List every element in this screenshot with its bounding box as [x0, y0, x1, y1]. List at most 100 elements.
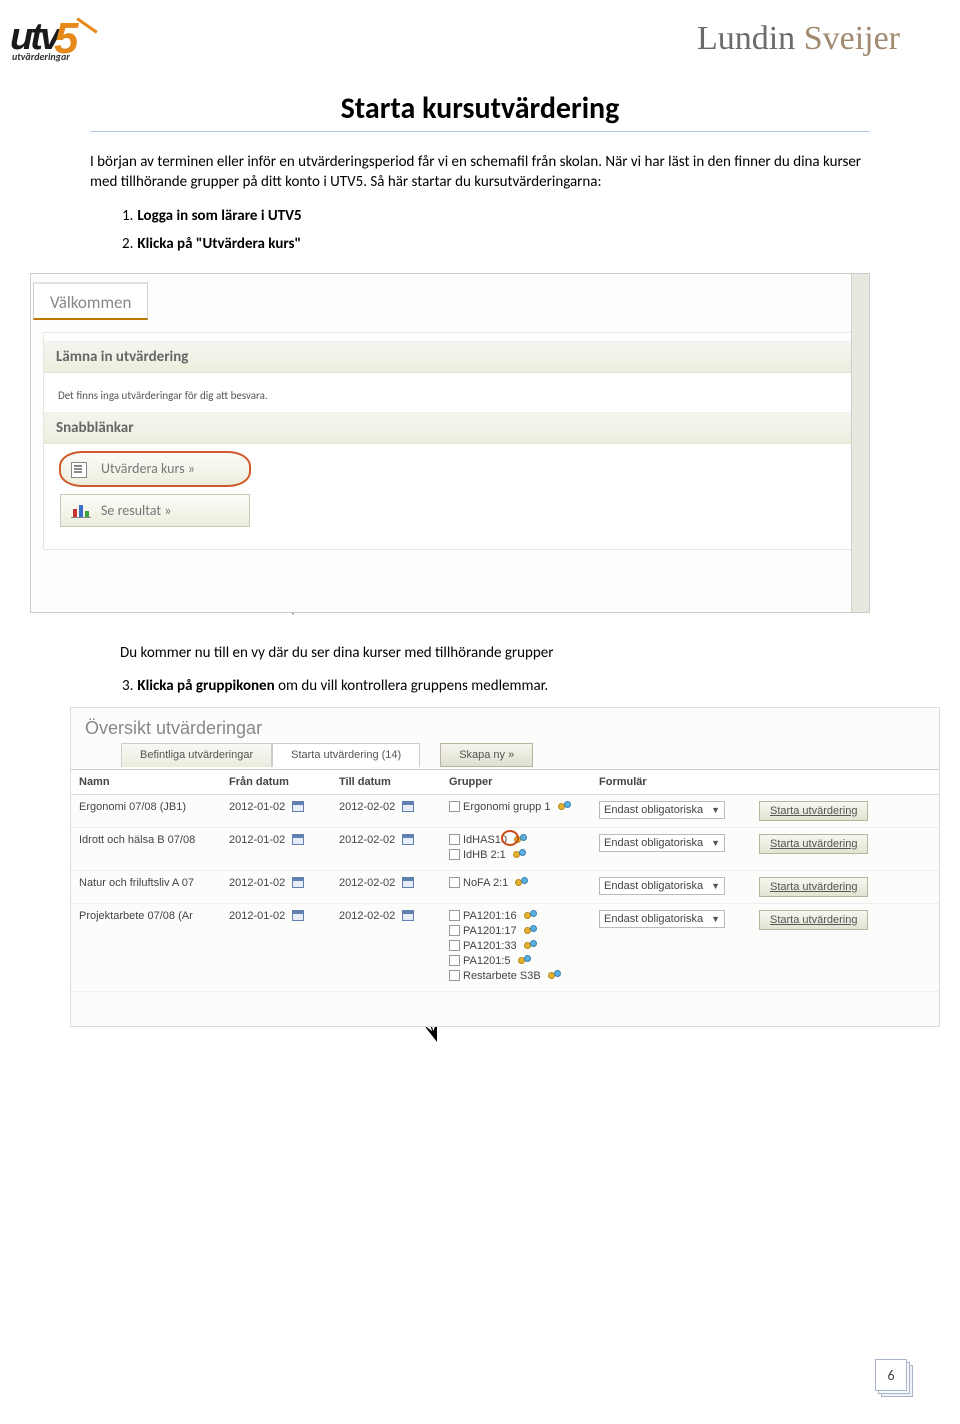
group-icon[interactable]	[514, 834, 527, 845]
cell-action: Starta utvärdering	[751, 903, 939, 991]
step-3: 3.Klicka på gruppikonen om du vill kontr…	[122, 677, 870, 695]
cell-name: Natur och friluftsliv A 07	[71, 870, 221, 903]
col-form: Formulär	[591, 769, 751, 794]
col-groups: Grupper	[441, 769, 591, 794]
page-header: utv5 utvärderingar Lundin Sveijer	[0, 0, 960, 70]
cell-name: Projektarbete 07/08 (Ar	[71, 903, 221, 991]
tab-welcome[interactable]: Välkommen	[33, 282, 148, 320]
logo-right-part2: Sveijer	[804, 20, 900, 57]
cell-action: Starta utvärdering	[751, 794, 939, 827]
checkbox[interactable]	[449, 910, 460, 921]
welcome-panel: Lämna in utvärdering Det finns inga utvä…	[43, 332, 861, 550]
start-evaluation-button[interactable]: Starta utvärdering	[759, 834, 868, 854]
cell-to: 2012-02-02	[331, 870, 441, 903]
group-icon[interactable]	[524, 940, 537, 951]
table-row: Natur och friluftsliv A 072012-01-02 201…	[71, 870, 939, 903]
form-dropdown[interactable]: Endast obligatoriska▼	[599, 834, 725, 852]
table-row: Ergonomi 07/08 (JB1)2012-01-02 2012-02-0…	[71, 794, 939, 827]
cell-to: 2012-02-02	[331, 903, 441, 991]
checkbox[interactable]	[449, 940, 460, 951]
cell-to: 2012-02-02	[331, 827, 441, 870]
page-number: 6	[875, 1359, 907, 1391]
calendar-icon[interactable]	[402, 910, 414, 921]
document-content: Starta kursutvärdering I början av termi…	[0, 70, 960, 1027]
group-item: PA1201:17	[449, 925, 583, 937]
group-icon[interactable]	[548, 970, 561, 981]
cell-groups: Ergonomi grupp 1	[441, 794, 591, 827]
cell-action: Starta utvärdering	[751, 870, 939, 903]
logo-slash-icon	[76, 17, 97, 33]
checkbox[interactable]	[449, 955, 460, 966]
group-icon[interactable]	[524, 925, 537, 936]
tab-start-evaluation[interactable]: Starta utvärdering (14)	[272, 743, 420, 767]
form-dropdown[interactable]: Endast obligatoriska▼	[599, 910, 725, 928]
calendar-icon[interactable]	[292, 834, 304, 845]
cell-form: Endast obligatoriska▼	[591, 870, 751, 903]
no-evaluations-note: Det finns inga utvärderingar för dig att…	[44, 379, 860, 412]
group-item: Ergonomi grupp 1	[449, 801, 583, 813]
evaluate-course-button[interactable]: Utvärdera kurs »	[60, 452, 250, 486]
calendar-icon[interactable]	[402, 834, 414, 845]
step-2: 2.Klicka på "Utvärdera kurs"	[122, 235, 870, 253]
group-item: PA1201:33	[449, 940, 583, 952]
see-results-button[interactable]: Se resultat »	[60, 494, 250, 527]
tab-create-new[interactable]: Skapa ny »	[440, 743, 533, 767]
start-evaluation-button[interactable]: Starta utvärdering	[759, 910, 868, 930]
group-item: IdHB 2:1	[449, 849, 583, 861]
document-icon	[71, 460, 91, 478]
start-evaluation-button[interactable]: Starta utvärdering	[759, 801, 868, 821]
logo-number: 5	[54, 14, 78, 63]
checkbox[interactable]	[449, 834, 460, 845]
evaluate-course-label: Utvärdera kurs »	[101, 460, 195, 477]
group-icon[interactable]	[515, 877, 528, 888]
bar-chart-icon	[71, 502, 91, 518]
cell-from: 2012-01-02	[221, 827, 331, 870]
cell-from: 2012-01-02	[221, 903, 331, 991]
cell-from: 2012-01-02	[221, 870, 331, 903]
start-evaluation-button[interactable]: Starta utvärdering	[759, 877, 868, 897]
calendar-icon[interactable]	[292, 910, 304, 921]
chevron-down-icon: ▼	[711, 838, 720, 848]
cell-to: 2012-02-02	[331, 794, 441, 827]
cell-form: Endast obligatoriska▼	[591, 794, 751, 827]
table-row: Idrott och hälsa B 07/082012-01-02 2012-…	[71, 827, 939, 870]
cell-groups: IdHAS10 IdHB 2:1	[441, 827, 591, 870]
checkbox[interactable]	[449, 925, 460, 936]
screenshot-overview: Översikt utvärderingar Befintliga utvärd…	[70, 707, 940, 1027]
scrollbar-edge	[851, 274, 869, 612]
section-submit-evaluation: Lämna in utvärdering	[44, 341, 860, 373]
checkbox[interactable]	[449, 970, 460, 981]
logo-utv5: utv5 utvärderingar	[10, 10, 140, 65]
group-icon[interactable]	[513, 849, 526, 860]
calendar-icon[interactable]	[292, 801, 304, 812]
overview-table: Namn Från datum Till datum Grupper Formu…	[71, 769, 939, 992]
step-3-bold: Klicka på gruppikonen	[137, 677, 274, 695]
mid-paragraph: Du kommer nu till en vy där du ser dina …	[120, 643, 870, 663]
overview-tabs: Befintliga utvärderingar Starta utvärder…	[121, 743, 939, 767]
calendar-icon[interactable]	[402, 877, 414, 888]
cell-groups: NoFA 2:1	[441, 870, 591, 903]
page-title: Starta kursutvärdering	[90, 90, 870, 132]
form-dropdown[interactable]: Endast obligatoriska▼	[599, 877, 725, 895]
step-1: 1.Logga in som lärare i UTV5	[122, 207, 870, 225]
tab-existing-evaluations[interactable]: Befintliga utvärderingar	[121, 743, 272, 767]
checkbox[interactable]	[449, 801, 460, 812]
checkbox[interactable]	[449, 849, 460, 860]
form-dropdown[interactable]: Endast obligatoriska▼	[599, 801, 725, 819]
cell-form: Endast obligatoriska▼	[591, 827, 751, 870]
step-1-text: Logga in som lärare i UTV5	[137, 207, 301, 225]
group-icon[interactable]	[518, 955, 531, 966]
overview-title: Översikt utvärderingar	[71, 708, 939, 743]
group-icon[interactable]	[524, 910, 537, 921]
logo-lundin-sveijer: Lundin Sveijer	[697, 20, 900, 58]
checkbox[interactable]	[449, 877, 460, 888]
group-icon[interactable]	[558, 801, 571, 812]
col-from: Från datum	[221, 769, 331, 794]
group-item: PA1201:16	[449, 910, 583, 922]
chevron-down-icon: ▼	[711, 914, 720, 924]
logo-right-part1: Lundin	[697, 20, 804, 57]
calendar-icon[interactable]	[402, 801, 414, 812]
table-row: Projektarbete 07/08 (Ar2012-01-02 2012-0…	[71, 903, 939, 991]
see-results-label: Se resultat »	[101, 502, 171, 519]
calendar-icon[interactable]	[292, 877, 304, 888]
